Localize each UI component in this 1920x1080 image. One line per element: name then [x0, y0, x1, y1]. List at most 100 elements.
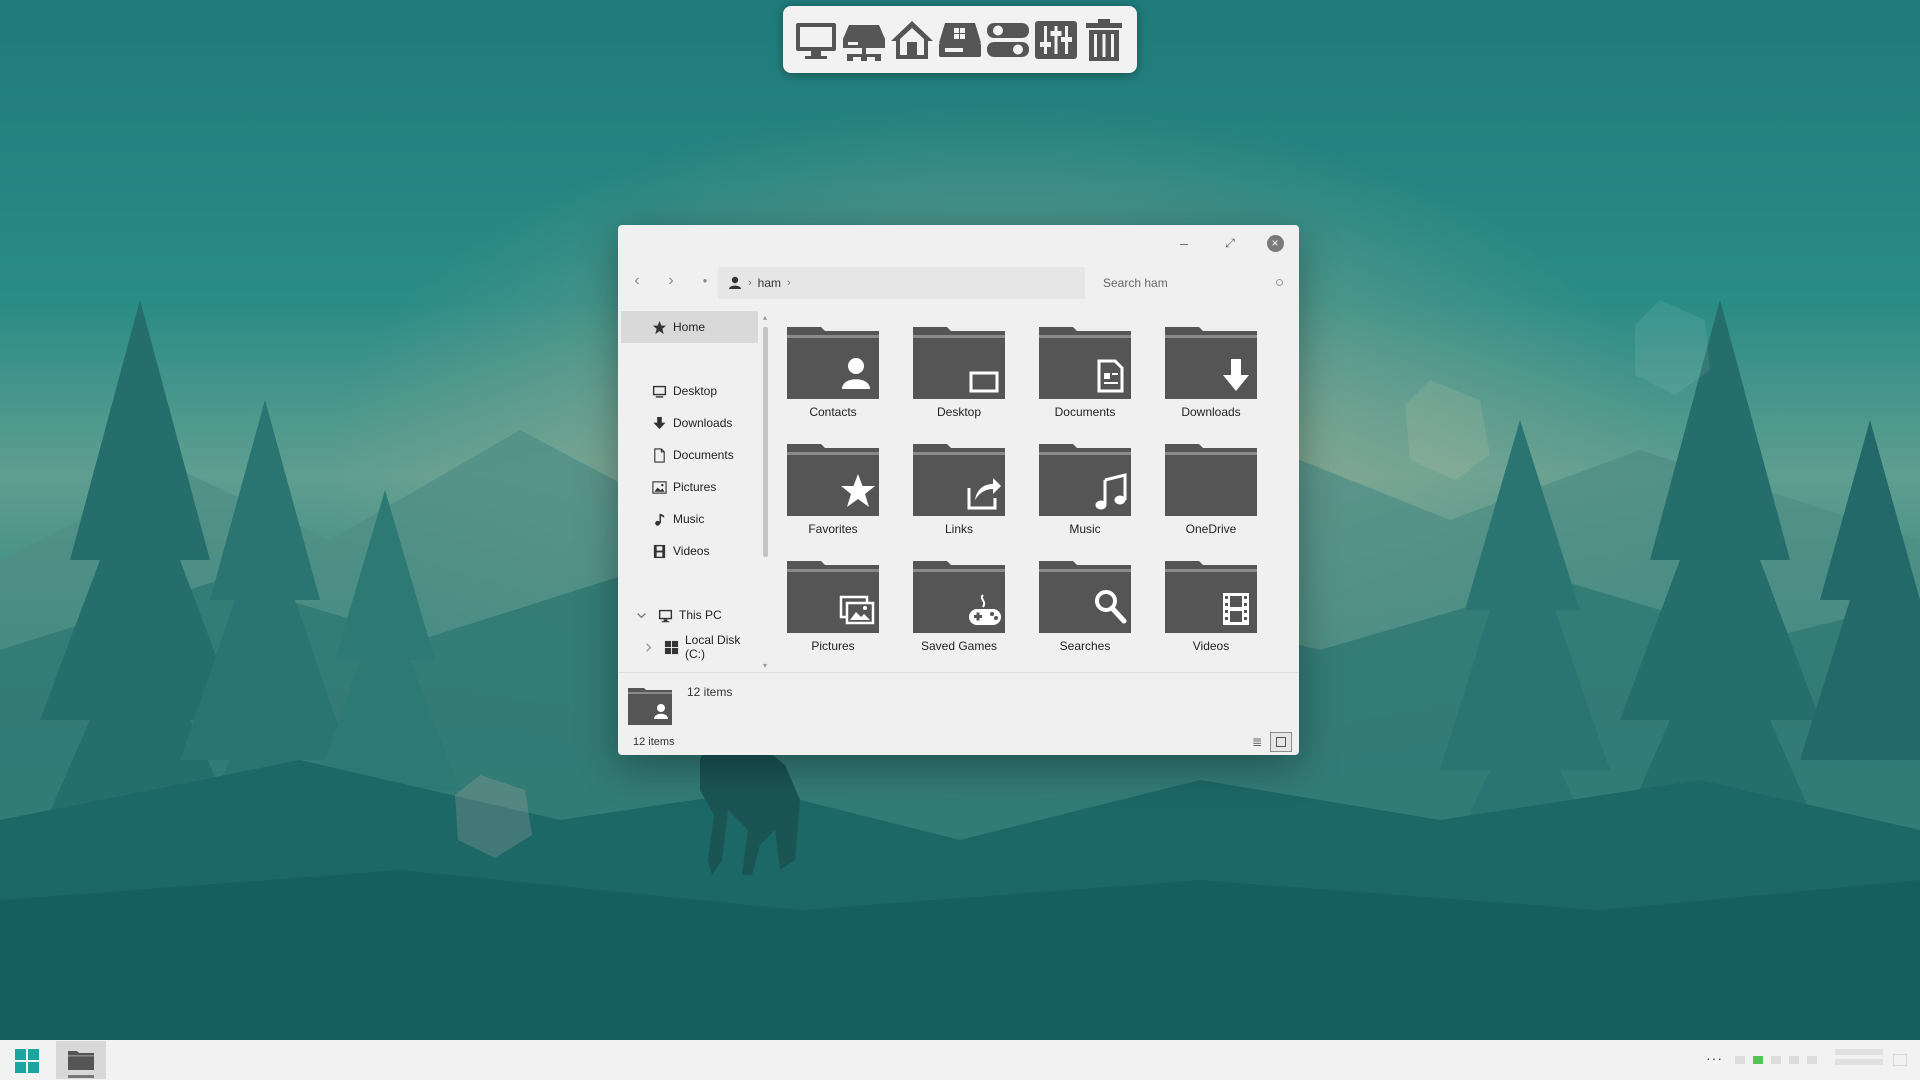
tray-overflow-button[interactable]: ···: [1706, 1050, 1723, 1066]
folder-searches[interactable]: Searches: [1030, 555, 1140, 667]
maximize-button[interactable]: ⤢: [1216, 229, 1244, 257]
sidebar-item-local-disk[interactable]: Local Disk (C:): [621, 631, 758, 663]
breadcrumb-ham[interactable]: ham: [758, 276, 781, 290]
volume-icon[interactable]: [1789, 1056, 1799, 1064]
close-icon: ×: [1266, 234, 1284, 252]
scrollbar-thumb[interactable]: [763, 327, 768, 557]
clock-date-placeholder: [1835, 1059, 1883, 1065]
minimize-button[interactable]: –: [1170, 229, 1198, 257]
windows-start-icon-tile: [28, 1049, 39, 1060]
contacts-folder-icon: [787, 327, 879, 399]
folder-videos[interactable]: Videos: [1156, 555, 1266, 667]
file-explorer-window: – ⤢ × ‹ › ● › ham › Search ham Home Desk…: [618, 225, 1299, 755]
scroll-up-icon[interactable]: ▴: [761, 313, 769, 322]
folder-saved-games[interactable]: Saved Games: [904, 555, 1014, 667]
sidebar-item-home[interactable]: Home: [621, 311, 758, 343]
clock-time-placeholder: [1835, 1049, 1883, 1055]
folder-favorites[interactable]: Favorites: [778, 438, 888, 550]
notification-icon[interactable]: [1893, 1054, 1907, 1066]
sidebar-item-label: Desktop: [673, 384, 718, 398]
chevron-down-icon[interactable]: [633, 607, 649, 623]
up-button[interactable]: ●: [694, 270, 716, 292]
scroll-down-icon[interactable]: ▾: [761, 661, 769, 670]
folder-onedrive[interactable]: OneDrive: [1156, 438, 1266, 550]
dock-item-computer[interactable]: [793, 12, 839, 68]
sidebar-item-documents[interactable]: Documents: [621, 439, 758, 471]
address-bar[interactable]: › ham ›: [718, 267, 1085, 299]
folder-downloads[interactable]: Downloads: [1156, 321, 1266, 433]
search-icon[interactable]: [1276, 279, 1283, 286]
title-bar[interactable]: – ⤢ ×: [618, 225, 1299, 261]
forward-button[interactable]: ›: [660, 270, 682, 292]
pictures-folder-icon: [787, 561, 879, 633]
folder-documents[interactable]: Documents: [1030, 321, 1140, 433]
star-icon: [651, 319, 667, 335]
taskbar: ···: [0, 1040, 1920, 1080]
clock[interactable]: [1835, 1045, 1895, 1075]
battery-icon[interactable]: [1753, 1056, 1763, 1064]
navigation-bar: ‹ › ● › ham › Search ham: [618, 265, 1299, 299]
back-button[interactable]: ‹: [626, 270, 648, 292]
folder-label: Searches: [1059, 639, 1111, 653]
dock-item-mixer[interactable]: [1033, 12, 1079, 68]
dock-item-drive[interactable]: [937, 12, 983, 68]
sidebar-item-label: Pictures: [673, 480, 717, 494]
sidebar-item-pictures[interactable]: Pictures: [621, 471, 758, 503]
network-icon: [843, 24, 885, 61]
language-icon[interactable]: [1807, 1056, 1817, 1064]
music-folder-icon: [1039, 444, 1131, 516]
tray-icon[interactable]: [1735, 1056, 1745, 1064]
dock-item-trash[interactable]: [1081, 12, 1127, 68]
folder-music[interactable]: Music: [1030, 438, 1140, 550]
search-box[interactable]: Search ham: [1093, 267, 1293, 299]
windows-start-icon-tile: [15, 1062, 26, 1073]
links-folder-icon: [913, 444, 1005, 516]
folder-label: OneDrive: [1185, 522, 1237, 536]
sidebar-item-desktop[interactable]: Desktop: [621, 375, 758, 407]
computer-icon: [657, 607, 673, 623]
tiles-view-icon: [1276, 737, 1286, 747]
sidebar-scrollbar[interactable]: ▴ ▾: [761, 313, 769, 671]
sidebar-item-this-pc[interactable]: This PC: [621, 599, 758, 631]
details-view-button[interactable]: ≣: [1250, 735, 1264, 749]
file-explorer-icon: [68, 1051, 94, 1070]
sidebar-item-videos[interactable]: Videos: [621, 535, 758, 567]
mixer-icon: [1035, 20, 1077, 59]
downloads-folder-icon: [1165, 327, 1257, 399]
folder-label: Desktop: [936, 405, 982, 419]
document-icon: [651, 447, 667, 463]
sidebar-item-downloads[interactable]: Downloads: [621, 407, 758, 439]
folder-label: Music: [1069, 522, 1101, 536]
folder-label: Favorites: [808, 522, 858, 536]
folder-label: Documents: [1054, 405, 1116, 419]
sidebar-item-label: Home: [673, 320, 706, 334]
search-input[interactable]: Search ham: [1103, 276, 1168, 290]
folder-label: Links: [944, 522, 973, 536]
documents-folder-icon: [1039, 327, 1131, 399]
dock-item-control-panel[interactable]: [985, 12, 1031, 68]
dock-item-network[interactable]: [841, 12, 887, 68]
network-status-icon[interactable]: [1771, 1056, 1781, 1064]
close-button[interactable]: ×: [1261, 229, 1289, 257]
folder-pictures[interactable]: Pictures: [778, 555, 888, 667]
videos-icon: [651, 543, 667, 559]
control-panel-icon: [987, 22, 1029, 57]
sidebar-item-music[interactable]: Music: [621, 503, 758, 535]
favorites-folder-icon: [787, 444, 879, 516]
pictures-icon: [651, 479, 667, 495]
folder-contacts[interactable]: Contacts: [778, 321, 888, 433]
user-icon: [729, 276, 741, 289]
dock-item-home[interactable]: [889, 12, 935, 68]
folder-label: Saved Games: [920, 639, 998, 653]
folder-view: Contacts Desktop Documents Downloads Fav…: [778, 321, 1288, 671]
folder-label: Pictures: [811, 639, 855, 653]
folder-links[interactable]: Links: [904, 438, 1014, 550]
breadcrumb-separator[interactable]: ›: [787, 277, 791, 289]
folder-label: Contacts: [809, 405, 857, 419]
tiles-view-button[interactable]: [1270, 732, 1292, 752]
download-icon: [651, 415, 667, 431]
taskbar-file-explorer[interactable]: [56, 1041, 106, 1079]
chevron-right-icon[interactable]: [641, 639, 656, 655]
folder-desktop[interactable]: Desktop: [904, 321, 1014, 433]
start-button[interactable]: [15, 1049, 39, 1073]
